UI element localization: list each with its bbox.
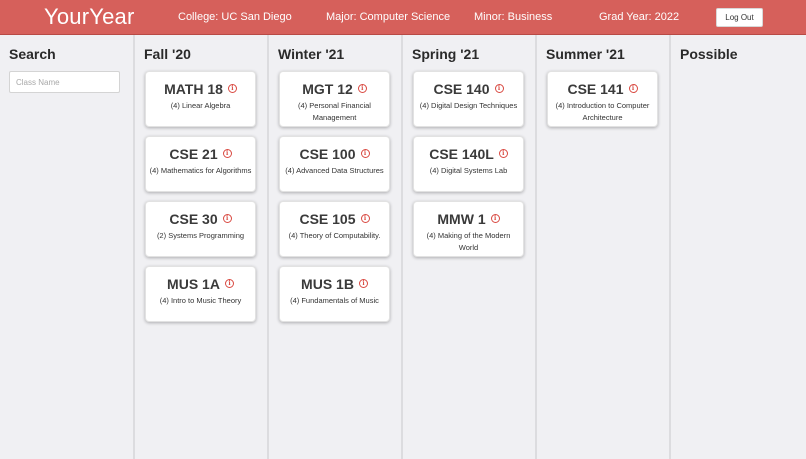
course-code: CSE 105: [299, 210, 356, 227]
course-description: (4) Personal Financial Management: [298, 101, 371, 122]
top-nav-bar: YourYear College: UC San Diego Major: Co…: [0, 0, 806, 35]
course-card[interactable]: MGT 12 i (4) Personal Financial Managemen…: [279, 71, 390, 127]
quarter-column-summer-21: Summer '21 CSE 141 i (4) Introduction to …: [537, 35, 671, 459]
quarter-column-winter-21: Winter '21 MGT 12 i (4) Personal Financia…: [269, 35, 403, 459]
info-icon[interactable]: i: [360, 149, 370, 158]
course-card[interactable]: CSE 100 i (4) Advanced Data Structures: [279, 136, 390, 192]
course-description: (4) Digital Design Techniques: [419, 101, 518, 110]
info-icon[interactable]: i: [357, 84, 367, 93]
course-description: (4) Linear Algebra: [170, 101, 231, 110]
course-description: (4) Introduction to Computer Architectur…: [555, 101, 650, 122]
quarter-column-fall-20: Fall '20 MATH 18 i (4) Linear Algebra CSE…: [135, 35, 269, 459]
class-search-input[interactable]: [9, 71, 120, 93]
minor-label: Minor: Business: [474, 11, 553, 23]
course-code: MUS 1A: [167, 275, 220, 292]
course-description: (4) Theory of Computability.: [288, 231, 381, 240]
info-icon[interactable]: i: [358, 279, 368, 288]
course-description: (4) Intro to Music Theory: [159, 296, 242, 305]
course-code: MGT 12: [302, 80, 353, 97]
course-card[interactable]: CSE 21 i (4) Mathematics for Algorithms: [145, 136, 256, 192]
course-card[interactable]: MUS 1A i (4) Intro to Music Theory: [145, 266, 256, 322]
course-code: CSE 141: [567, 80, 624, 97]
course-card[interactable]: CSE 140L i (4) Digital Systems Lab: [413, 136, 524, 192]
info-icon[interactable]: i: [360, 214, 370, 223]
quarter-title: Possible: [680, 46, 738, 62]
info-icon[interactable]: i: [494, 84, 504, 93]
quarter-column-spring-21: Spring '21 CSE 140 i (4) Digital Design T…: [403, 35, 537, 459]
search-title: Search: [9, 46, 56, 62]
course-code: CSE 140L: [429, 145, 494, 162]
course-code: CSE 21: [169, 145, 218, 162]
info-icon[interactable]: i: [222, 214, 232, 223]
course-card[interactable]: MMW 1 i (4) Making of the Modern World: [413, 201, 524, 257]
course-description: (4) Fundamentals of Music: [290, 296, 379, 305]
major-label: Major: Computer Science: [326, 11, 451, 23]
info-icon[interactable]: i: [490, 214, 500, 223]
info-icon[interactable]: i: [498, 149, 508, 158]
info-icon[interactable]: i: [227, 84, 237, 93]
possible-column: Possible: [671, 35, 806, 459]
info-icon[interactable]: i: [224, 279, 234, 288]
quarter-title: Fall '20: [144, 46, 191, 62]
course-card[interactable]: MUS 1B i (4) Fundamentals of Music: [279, 266, 390, 322]
grad-year-label: Grad Year: 2022: [599, 11, 680, 23]
logout-button[interactable]: Log Out: [716, 8, 763, 27]
course-code: MATH 18: [164, 80, 223, 97]
quarter-title: Winter '21: [278, 46, 345, 62]
course-code: MUS 1B: [301, 275, 354, 292]
course-card[interactable]: CSE 30 i (2) Systems Programming: [145, 201, 256, 257]
course-card[interactable]: CSE 140 i (4) Digital Design Techniques: [413, 71, 524, 127]
course-description: (2) Systems Programming: [156, 231, 245, 240]
course-code: CSE 140: [433, 80, 490, 97]
app-logo[interactable]: YourYear: [44, 4, 135, 30]
info-icon[interactable]: i: [628, 84, 638, 93]
info-icon[interactable]: i: [222, 149, 232, 158]
quarter-title: Spring '21: [412, 46, 480, 62]
course-description: (4) Making of the Modern World: [426, 231, 511, 252]
course-description: (4) Digital Systems Lab: [429, 166, 508, 175]
course-code: CSE 100: [299, 145, 356, 162]
quarter-title: Summer '21: [546, 46, 625, 62]
course-code: MMW 1: [437, 210, 486, 227]
course-card[interactable]: CSE 105 i (4) Theory of Computability.: [279, 201, 390, 257]
course-description: (4) Advanced Data Structures: [285, 166, 384, 175]
course-code: CSE 30: [169, 210, 218, 227]
course-card[interactable]: MATH 18 i (4) Linear Algebra: [145, 71, 256, 127]
course-card[interactable]: CSE 141 i (4) Introduction to Computer Ar…: [547, 71, 658, 127]
course-description: (4) Mathematics for Algorithms: [149, 166, 252, 175]
college-label: College: UC San Diego: [178, 11, 292, 23]
search-column: Search: [0, 35, 135, 459]
